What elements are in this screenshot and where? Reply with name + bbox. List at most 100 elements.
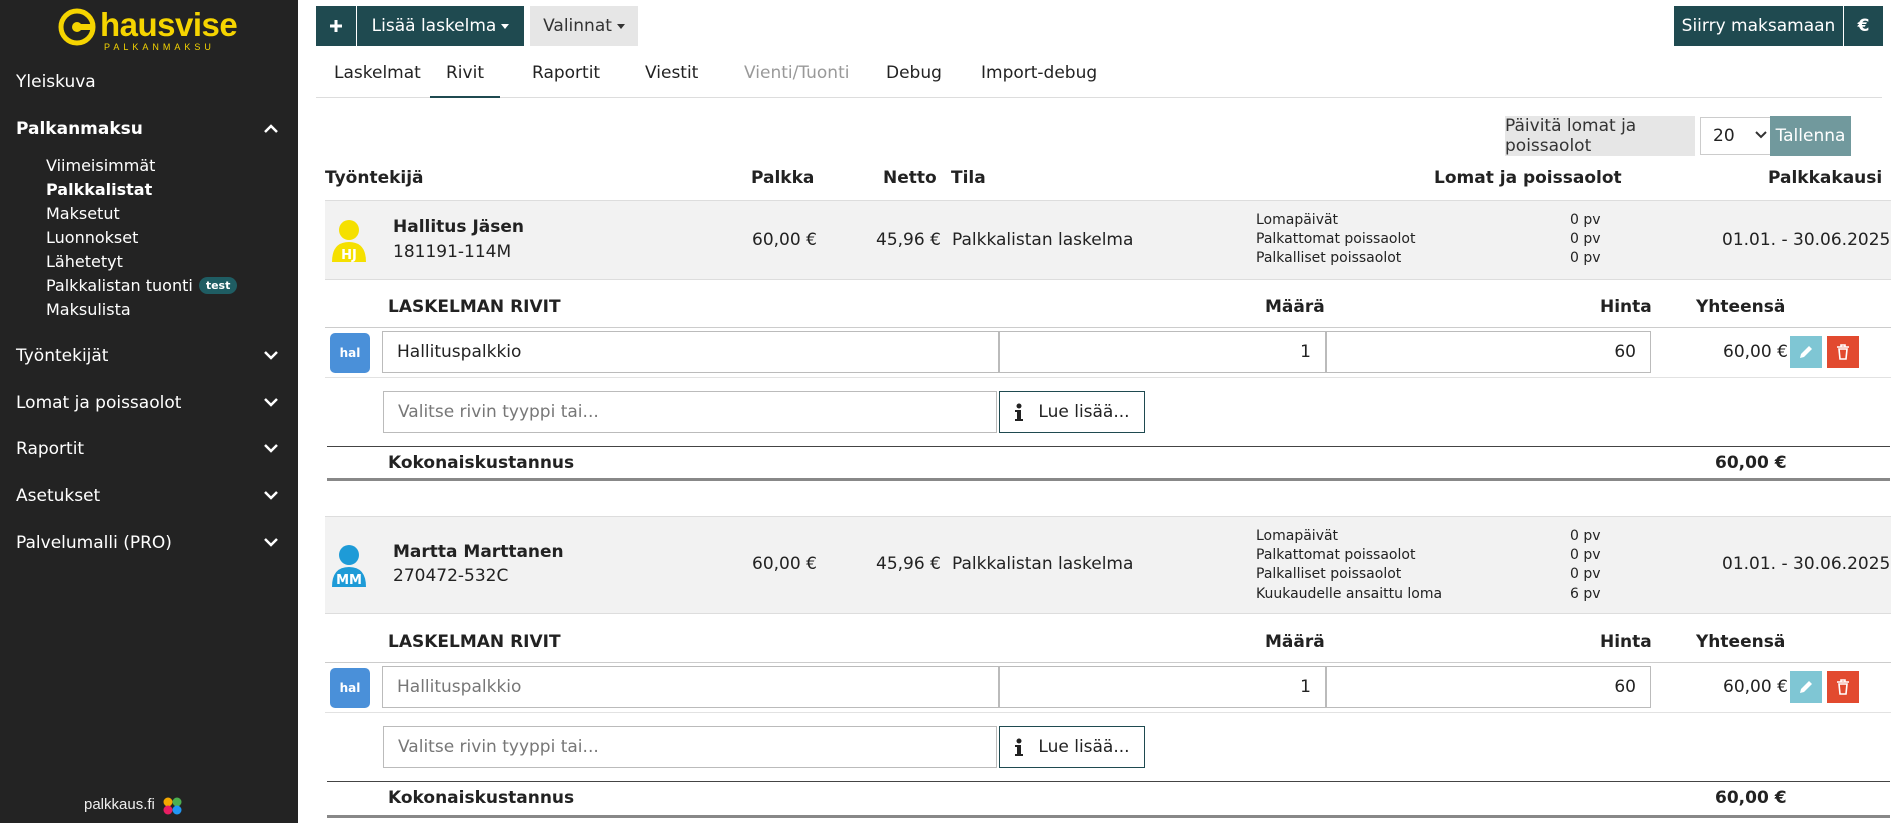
- nav-drafts[interactable]: Luonnokset: [46, 228, 138, 247]
- rows-total-header: Yhteensä: [1696, 632, 1786, 652]
- tab-debug[interactable]: Debug: [886, 54, 942, 98]
- test-badge: test: [198, 277, 238, 294]
- hausvise-logo-icon: [58, 8, 96, 46]
- nav-service-model[interactable]: Palvelumalli (PRO): [16, 533, 172, 553]
- chevron-down-icon[interactable]: [262, 439, 280, 457]
- rows-price-header: Hinta: [1600, 632, 1652, 652]
- options-button[interactable]: Valinnat: [530, 6, 638, 46]
- chevron-down-icon[interactable]: [262, 393, 280, 411]
- divider: [327, 815, 1890, 818]
- euro-button[interactable]: €: [1844, 6, 1883, 46]
- nav-employees[interactable]: Työntekijät: [16, 346, 108, 366]
- tab-import-debug[interactable]: Import-debug: [981, 54, 1097, 98]
- nav-payment-list[interactable]: Maksulista: [46, 300, 131, 319]
- absence-label: Lomapäivät: [1256, 528, 1339, 544]
- nav-sent[interactable]: Lähetetyt: [46, 252, 123, 271]
- absence-label: Palkattomat poissaolot: [1256, 231, 1416, 247]
- nav-paid[interactable]: Maksetut: [46, 204, 120, 223]
- row-qty-input[interactable]: 1: [999, 666, 1326, 708]
- edit-row-button[interactable]: [1790, 336, 1822, 368]
- options-label: Valinnat: [543, 16, 612, 36]
- nav-reports[interactable]: Raportit: [16, 439, 84, 459]
- read-more-button[interactable]: Lue lisää...: [999, 726, 1145, 768]
- row-type-input[interactable]: Valitse rivin tyyppi tai...: [383, 391, 997, 433]
- divider: [327, 478, 1890, 481]
- divider: [325, 662, 1891, 663]
- info-icon: [1015, 738, 1024, 756]
- absence-value: 0 pv: [1570, 250, 1601, 266]
- nav-overview[interactable]: Yleiskuva: [16, 72, 96, 92]
- edit-row-button[interactable]: [1790, 671, 1822, 703]
- rows-price-header: Hinta: [1600, 297, 1652, 317]
- add-calculation-button[interactable]: Lisää laskelma: [357, 6, 524, 46]
- avatar: HJ: [332, 220, 366, 263]
- row-name-input[interactable]: Hallituspalkkio: [382, 331, 999, 373]
- column-absences[interactable]: Lomat ja poissaolot: [1434, 168, 1622, 188]
- row-price-input[interactable]: 60: [1326, 666, 1651, 708]
- tab-rows[interactable]: Rivit: [430, 54, 500, 98]
- page-size-value: 20: [1713, 126, 1735, 146]
- sidebar: hausvise PALKANMAKSU Yleiskuva Palkanmak…: [0, 0, 298, 823]
- rows-title: LASKELMAN RIVIT: [388, 297, 561, 317]
- employee-net: 45,96 €: [876, 554, 941, 574]
- update-holidays-button[interactable]: Päivitä lomat ja poissaolot: [1505, 116, 1695, 156]
- divider: [327, 781, 1890, 782]
- employee-period: 01.01. - 30.06.2025: [1722, 230, 1891, 250]
- row-qty-input[interactable]: 1: [999, 331, 1326, 373]
- nav-latest[interactable]: Viimeisimmät: [46, 156, 155, 175]
- divider: [325, 327, 1891, 328]
- nav-payroll-lists[interactable]: Palkkalistat: [46, 180, 152, 199]
- column-salary[interactable]: Palkka: [751, 168, 814, 188]
- delete-row-button[interactable]: [1827, 336, 1859, 368]
- row-type-badge: hal: [330, 668, 370, 708]
- chevron-down-icon[interactable]: [262, 346, 280, 364]
- nav-import[interactable]: Palkkalistan tuonti test: [46, 276, 238, 295]
- chevron-up-icon[interactable]: [262, 120, 280, 138]
- nav-import-label: Palkkalistan tuonti: [46, 276, 193, 295]
- rows-qty-header: Määrä: [1265, 297, 1325, 317]
- total-cost-value: 60,00 €: [1715, 453, 1787, 473]
- svg-text:HJ: HJ: [341, 248, 357, 263]
- divider: [325, 712, 1891, 713]
- read-more-button[interactable]: Lue lisää...: [999, 391, 1145, 433]
- employee-period: 01.01. - 30.06.2025: [1722, 554, 1891, 574]
- caret-down-icon: [616, 23, 625, 29]
- page-size-select[interactable]: 20: [1700, 117, 1776, 155]
- brand-logo[interactable]: hausvise PALKANMAKSU: [58, 6, 238, 52]
- divider: [325, 377, 1891, 378]
- employee-name[interactable]: Hallitus Jäsen: [393, 217, 524, 237]
- column-employee[interactable]: Työntekijä: [325, 168, 424, 188]
- tab-reports[interactable]: Raportit: [532, 54, 600, 98]
- add-icon-button[interactable]: [316, 6, 356, 46]
- row-name-input[interactable]: Hallituspalkkio: [382, 666, 999, 708]
- brand-name: hausvise: [100, 6, 238, 43]
- chevron-down-icon: [1755, 131, 1767, 139]
- save-button[interactable]: Tallenna: [1770, 116, 1851, 156]
- chevron-down-icon[interactable]: [262, 533, 280, 551]
- read-more-label: Lue lisää...: [1038, 402, 1130, 422]
- row-type-input[interactable]: Valitse rivin tyyppi tai...: [383, 726, 997, 768]
- footer-logo: palkkaus.fi: [84, 796, 155, 813]
- info-icon: [1015, 403, 1024, 421]
- delete-row-button[interactable]: [1827, 671, 1859, 703]
- tab-calculations[interactable]: Laskelmat: [334, 54, 421, 98]
- absence-label: Palkalliset poissaolot: [1256, 250, 1402, 266]
- chevron-down-icon[interactable]: [262, 486, 280, 504]
- avatar: MM: [332, 545, 366, 588]
- nav-payroll[interactable]: Palkanmaksu: [16, 119, 143, 139]
- go-to-payment-button[interactable]: Siirry maksamaan: [1674, 6, 1843, 46]
- column-status[interactable]: Tila: [951, 168, 986, 188]
- pencil-icon: [1800, 346, 1812, 358]
- row-type-badge: hal: [330, 333, 370, 373]
- employee-ssn: 181191-114M: [393, 242, 512, 262]
- nav-settings[interactable]: Asetukset: [16, 486, 100, 506]
- tab-messages[interactable]: Viestit: [645, 54, 698, 98]
- employee-salary: 60,00 €: [752, 554, 817, 574]
- row-price-input[interactable]: 60: [1326, 331, 1651, 373]
- absence-value: 6 pv: [1570, 586, 1601, 602]
- column-period[interactable]: Palkkakausi: [1768, 168, 1882, 188]
- absence-label: Lomapäivät: [1256, 212, 1339, 228]
- employee-name[interactable]: Martta Marttanen: [393, 542, 564, 562]
- nav-holidays[interactable]: Lomat ja poissaolot: [16, 393, 181, 413]
- column-net[interactable]: Netto: [883, 168, 937, 188]
